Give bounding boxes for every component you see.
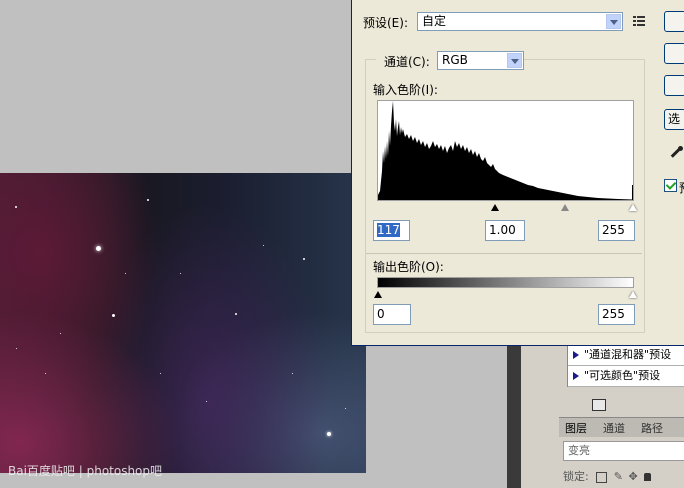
output-black-field[interactable]: 0 xyxy=(373,304,411,325)
output-white-slider[interactable] xyxy=(629,291,637,298)
ok-button[interactable] xyxy=(664,11,684,32)
output-levels-label: 输出色阶(O): xyxy=(373,260,444,274)
preview-checkbox[interactable] xyxy=(664,179,677,192)
action-item[interactable]: "可选颜色"预设 xyxy=(568,366,684,387)
expand-triangle-icon[interactable] xyxy=(573,351,579,359)
action-item[interactable]: "通道混和器"预设 xyxy=(568,345,684,366)
input-white-field[interactable]: 255 xyxy=(598,220,635,241)
input-white-slider[interactable] xyxy=(629,204,637,211)
preview-label: 预 xyxy=(679,179,684,196)
tab-layers[interactable]: 图层 xyxy=(565,420,587,436)
chevron-down-icon[interactable] xyxy=(507,53,522,68)
tab-channels[interactable]: 通道 xyxy=(603,420,625,436)
input-levels-label: 输入色阶(I): xyxy=(373,83,438,97)
lock-all-icon[interactable] xyxy=(644,473,652,481)
lock-label: 锁定: xyxy=(563,470,589,483)
tab-paths[interactable]: 路径 xyxy=(641,420,663,436)
new-snapshot-icon[interactable] xyxy=(592,399,606,411)
options-button[interactable]: 选 xyxy=(664,109,684,130)
output-gradient-bar xyxy=(377,277,634,288)
preset-label: 预设(E): xyxy=(363,16,408,30)
cancel-button[interactable] xyxy=(664,43,684,64)
output-black-slider[interactable] xyxy=(374,291,382,298)
input-gamma-slider[interactable] xyxy=(561,204,569,211)
chevron-down-icon[interactable] xyxy=(606,14,621,29)
eyedropper-icon[interactable] xyxy=(670,146,684,160)
image-canvas[interactable] xyxy=(0,173,366,473)
actions-list: "通道混和器"预设 "可选颜色"预设 xyxy=(567,345,684,387)
input-black-slider[interactable] xyxy=(491,204,499,211)
lock-brush-icon[interactable]: ✎ xyxy=(614,470,623,483)
input-black-field[interactable]: 117 xyxy=(373,220,410,241)
preset-select[interactable]: 自定 xyxy=(417,12,623,31)
auto-button[interactable] xyxy=(664,75,684,96)
channel-label: 通道(C): xyxy=(376,53,438,70)
scroll-strip xyxy=(507,345,521,488)
lock-transparency-icon[interactable] xyxy=(596,471,608,483)
output-white-field[interactable]: 255 xyxy=(598,304,635,325)
menu-list-icon[interactable] xyxy=(633,14,645,26)
lock-row: 锁定: ✎ ✥ xyxy=(563,468,652,484)
histogram-graph xyxy=(378,101,633,200)
watermark-text: Bai百度贴吧 | photoshop吧 xyxy=(8,464,163,478)
expand-triangle-icon[interactable] xyxy=(573,372,579,380)
input-gamma-field[interactable]: 1.00 xyxy=(485,220,525,241)
channel-select[interactable]: RGB xyxy=(437,51,524,70)
lock-move-icon[interactable]: ✥ xyxy=(628,470,637,483)
layers-panel-tabs: 图层 通道 路径 xyxy=(559,417,684,437)
histogram xyxy=(377,100,634,201)
blend-mode-select[interactable]: 变亮 xyxy=(563,441,684,461)
divider xyxy=(366,253,642,254)
